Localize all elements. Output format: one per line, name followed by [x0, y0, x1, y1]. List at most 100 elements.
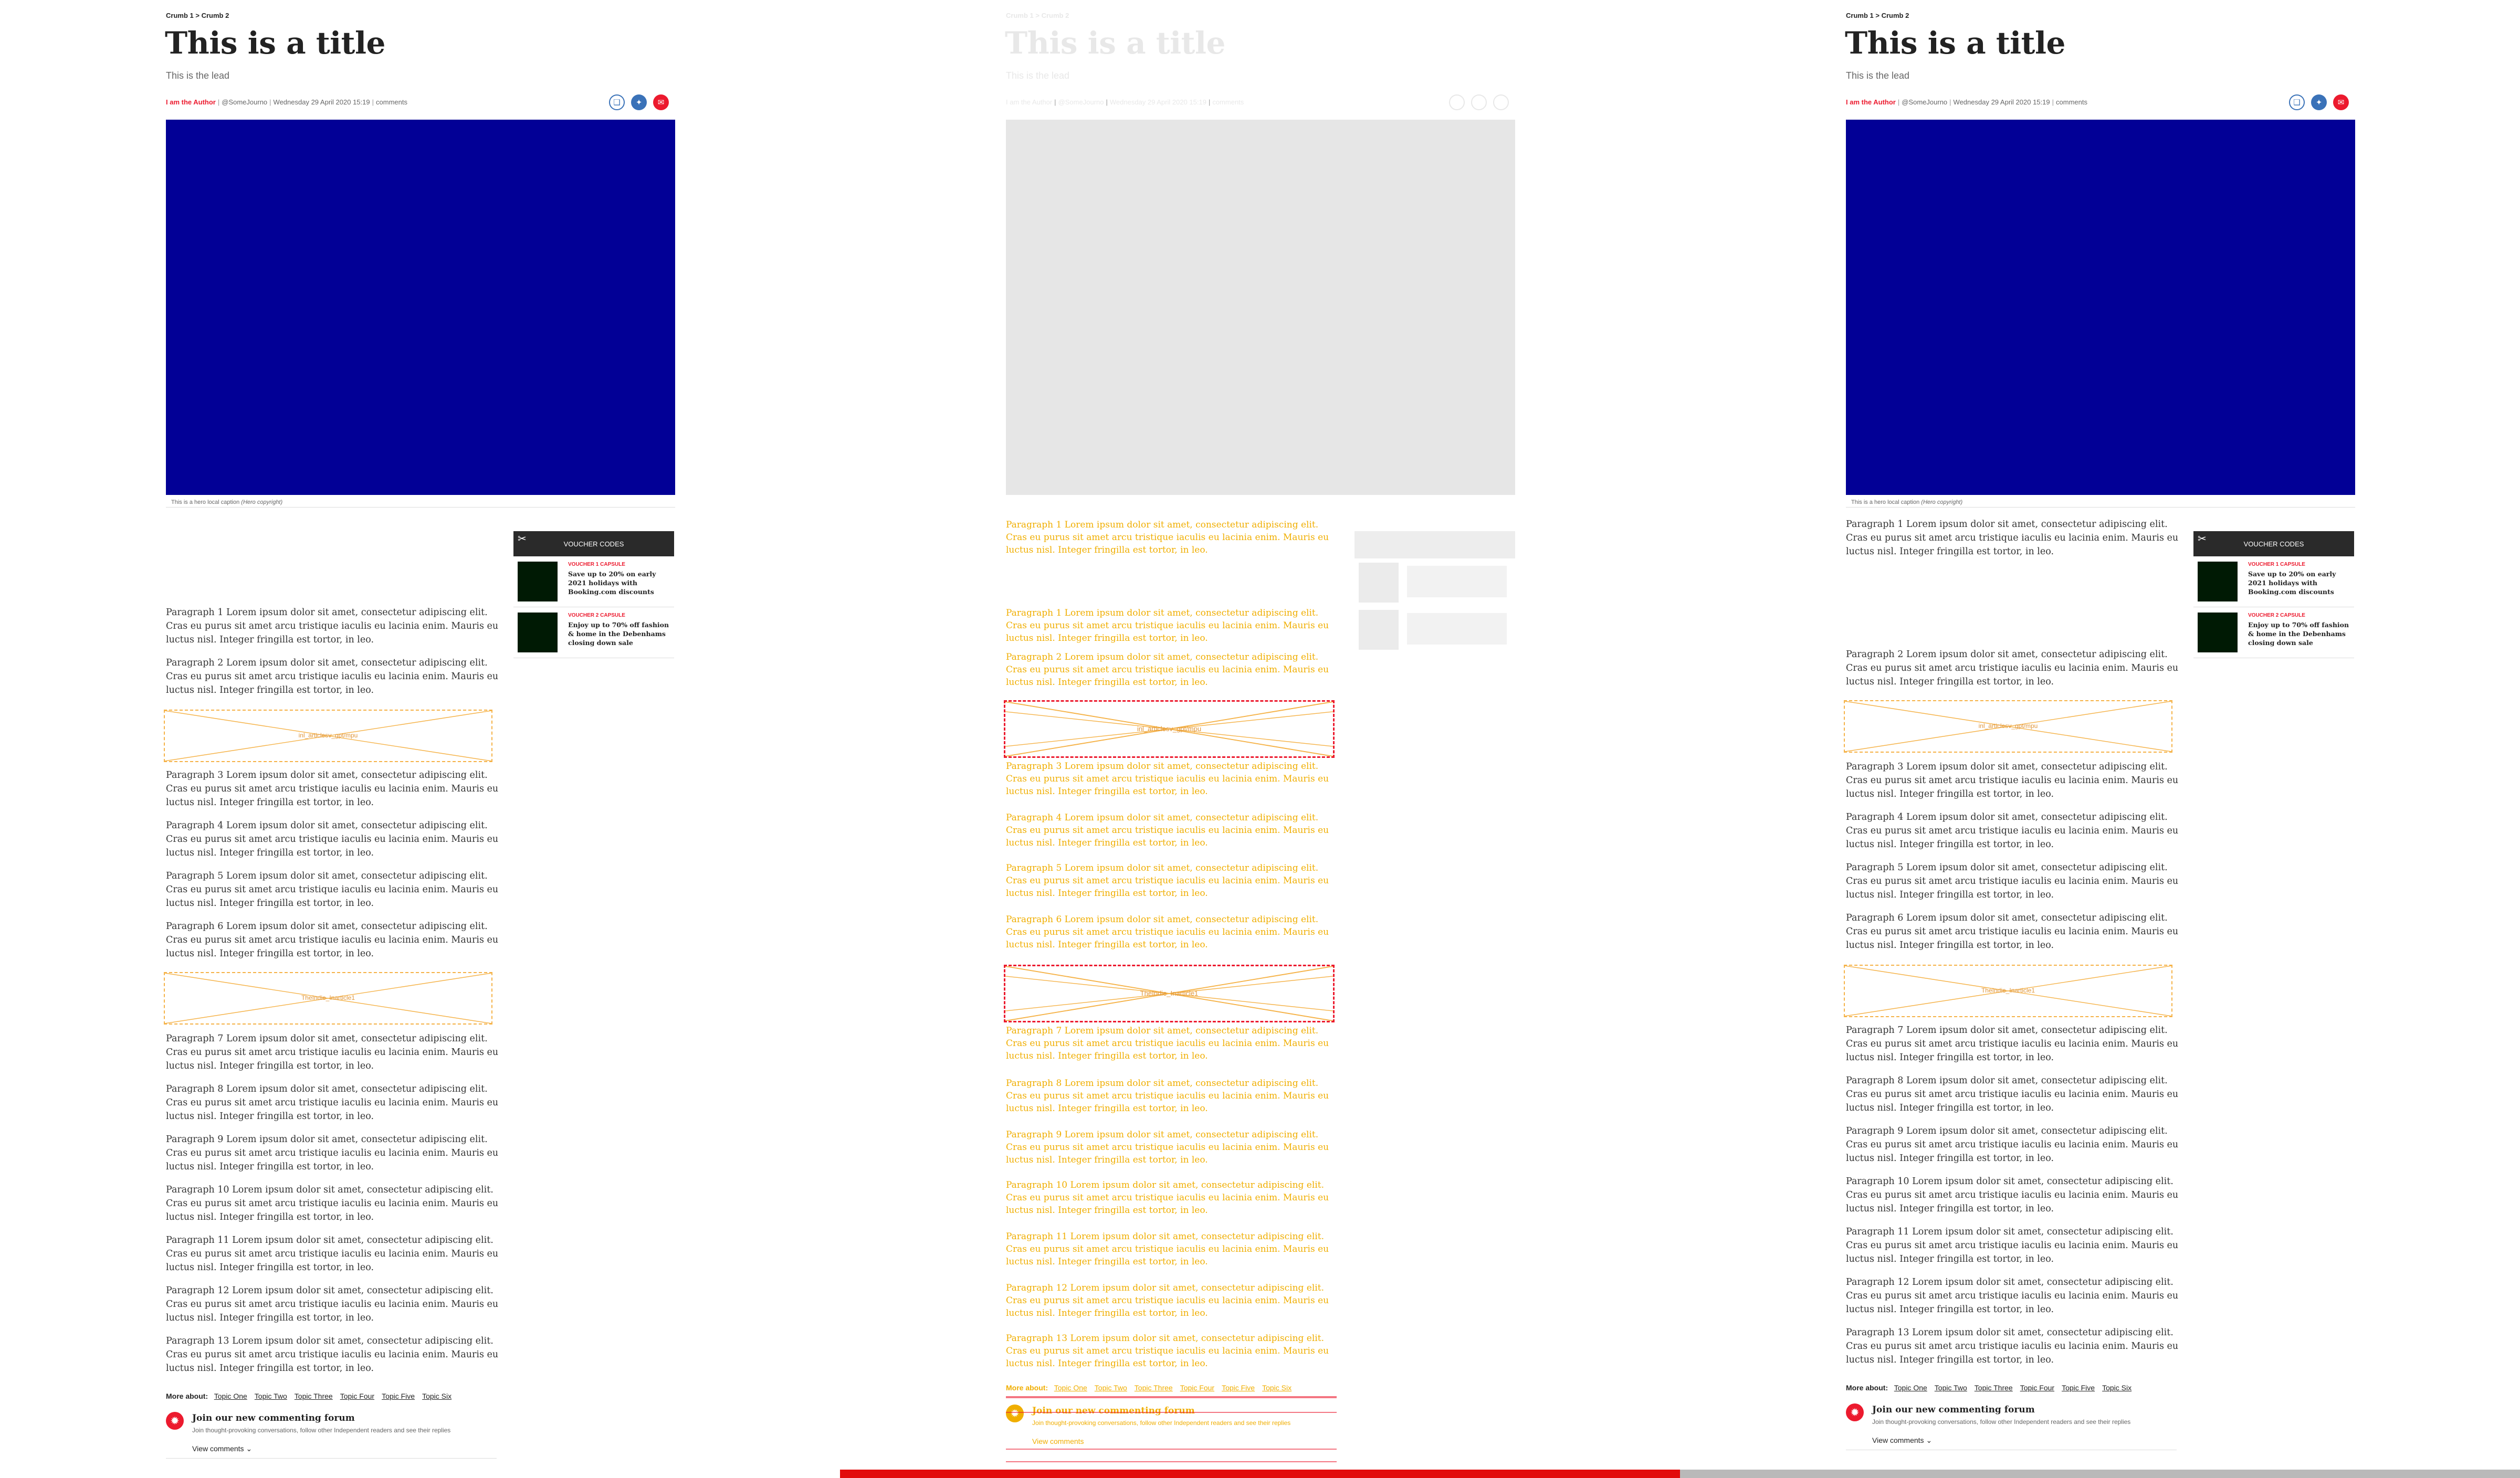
topic-link[interactable]: Topic Two	[1095, 1384, 1127, 1392]
ad-slot[interactable]: TheIndie_Inarticle1	[164, 972, 492, 1025]
voucher-brand: VOUCHER 2 CAPSULE	[568, 613, 625, 618]
hero-caption-text: This is a hero local caption	[1851, 499, 1920, 505]
topic-link[interactable]: Topic Six	[422, 1392, 452, 1400]
paragraph: Paragraph 4 Lorem ipsum dolor sit amet, …	[166, 820, 499, 858]
bookmark-icon[interactable]	[1449, 94, 1465, 110]
voucher-header-label: VOUCHER CODES	[2243, 540, 2304, 548]
view-comments-button[interactable]: View comments ⌄	[1872, 1436, 1932, 1445]
publish-date: Wednesday 29 April 2020 15:19	[1953, 98, 2050, 106]
breadcrumb-crumb-2[interactable]: Crumb 2	[1042, 12, 1069, 19]
topic-link[interactable]: Topic Two	[1935, 1384, 1967, 1392]
topic-link[interactable]: Topic Five	[1222, 1384, 1255, 1392]
breadcrumb: Crumb 1 > Crumb 2	[1006, 12, 1069, 19]
topic-link[interactable]: Topic Four	[1180, 1384, 1214, 1392]
page-title: This is a title	[1845, 25, 2065, 61]
topic-link[interactable]: Topic Five	[2062, 1384, 2095, 1392]
paragraph: Paragraph 2 Lorem ipsum dolor sit amet, …	[166, 658, 499, 695]
ad-slot[interactable]: TheIndie_Inarticle1	[1004, 965, 1335, 1022]
topic-link[interactable]: Topic Four	[2020, 1384, 2054, 1392]
publish-date: Wednesday 29 April 2020 15:19	[1109, 98, 1206, 106]
paragraph: Paragraph 12 Lorem ipsum dolor sit amet,…	[1846, 1277, 2179, 1315]
email-icon[interactable]: ✉	[2333, 94, 2349, 110]
topic-link[interactable]: Topic Four	[340, 1392, 374, 1400]
voucher-item[interactable]: VOUCHER 2 CAPSULE Enjoy up to 70% off fas…	[2193, 607, 2354, 658]
topic-link[interactable]: Topic Six	[1262, 1384, 1292, 1392]
topic-link[interactable]: Topic Five	[382, 1392, 415, 1400]
author-link[interactable]: I am the Author	[1846, 98, 1896, 106]
voucher-item[interactable]: VOUCHER 1 CAPSULE Save up to 20% on early…	[2193, 556, 2354, 607]
twitter-icon[interactable]: ✦	[2311, 94, 2327, 110]
author-handle[interactable]: @SomeJourno	[1058, 98, 1104, 106]
ad-slot[interactable]: inl_articlesv_gpt/mpu	[1844, 700, 2172, 753]
voucher-description: Save up to 20% on early 2021 holidays wi…	[2248, 570, 2336, 596]
author-link[interactable]: I am the Author	[1006, 98, 1052, 106]
overlay-paragraph: Paragraph 4 Lorem ipsum dolor sit amet, …	[1006, 812, 1329, 848]
progress-bar-red	[840, 1470, 1680, 1478]
breadcrumb-crumb-1[interactable]: Crumb 1	[1846, 12, 1874, 19]
email-icon[interactable]	[1493, 94, 1509, 110]
paragraph: Paragraph 1 Lorem ipsum dolor sit amet, …	[1846, 519, 2179, 557]
ad-slot[interactable]: inl_articlesv_gpt/mpu	[1004, 700, 1335, 758]
topic-link[interactable]: Topic One	[1054, 1384, 1087, 1392]
view-comments-button[interactable]: View comments ⌄	[192, 1444, 252, 1453]
overlay-paragraph: Paragraph 7 Lorem ipsum dolor sit amet, …	[1006, 1026, 1329, 1061]
paragraph: Paragraph 1 Lorem ipsum dolor sit amet, …	[166, 607, 499, 645]
comments-link[interactable]: comments	[1212, 98, 1244, 106]
comments-link[interactable]: comments	[376, 98, 407, 106]
author-handle[interactable]: @SomeJourno	[1902, 98, 1947, 106]
bookmark-icon[interactable]: ❑	[2289, 94, 2305, 110]
topic-link[interactable]: Topic Three	[1135, 1384, 1173, 1392]
voucher-brand: VOUCHER 1 CAPSULE	[2248, 562, 2305, 567]
more-about: More about: Topic One Topic Two Topic Thre…	[166, 1392, 459, 1400]
view-comments-label: View comments	[192, 1444, 244, 1453]
topic-link[interactable]: Topic One	[1894, 1384, 1927, 1392]
paragraph: Paragraph 3 Lorem ipsum dolor sit amet, …	[1846, 762, 2179, 799]
ad-slot[interactable]: inl_articlesv_gpt/mpu	[164, 710, 492, 762]
twitter-icon[interactable]: ✦	[631, 94, 647, 110]
paragraph: Paragraph 6 Lorem ipsum dolor sit amet, …	[1846, 913, 2179, 951]
voucher-header[interactable]: ✂ VOUCHER CODES	[2193, 531, 2354, 556]
breadcrumb-crumb-2[interactable]: Crumb 2	[1882, 12, 1909, 19]
overlay-paragraph: Paragraph 3 Lorem ipsum dolor sit amet, …	[1006, 761, 1329, 797]
chevron-down-icon: ⌄	[1926, 1436, 1933, 1444]
topic-link[interactable]: Topic Three	[295, 1392, 333, 1400]
share-bar: ❑ ✦ ✉	[2289, 94, 2349, 110]
chevron-down-icon: ⌄	[246, 1444, 253, 1453]
ad-slot-label: inl_articlesv_gpt/mpu	[298, 732, 358, 739]
breadcrumb-crumb-1[interactable]: Crumb 1	[166, 12, 194, 19]
topic-link[interactable]: Topic Six	[2102, 1384, 2132, 1392]
topic-link[interactable]: Topic One	[214, 1392, 247, 1400]
paragraph: Paragraph 10 Lorem ipsum dolor sit amet,…	[1846, 1176, 2179, 1214]
ad-slot-label: inl_articlesv_gpt/mpu	[1978, 722, 2038, 730]
breadcrumb-separator: >	[195, 12, 200, 19]
comments-subtitle: Join thought-provoking conversations, fo…	[192, 1427, 451, 1434]
ad-slot-label: inl_articlesv_gpt/mpu	[1137, 725, 1202, 733]
hero-caption-text: This is a hero local caption	[171, 499, 240, 505]
voucher-header-placeholder	[1354, 531, 1515, 558]
view-comments-label: View comments	[1872, 1436, 1924, 1444]
independent-logo-icon: ✹	[1846, 1403, 1864, 1421]
voucher-item[interactable]: VOUCHER 2 CAPSULE Enjoy up to 70% off fas…	[513, 607, 674, 658]
paragraph: Paragraph 9 Lorem ipsum dolor sit amet, …	[166, 1134, 499, 1172]
overlay-paragraph: Paragraph 13 Lorem ipsum dolor sit amet,…	[1006, 1333, 1329, 1369]
ad-slot[interactable]: TheIndie_Inarticle1	[1844, 965, 2172, 1017]
voucher-item[interactable]: VOUCHER 1 CAPSULE Save up to 20% on early…	[513, 556, 674, 607]
comments-link[interactable]: comments	[2056, 98, 2087, 106]
topic-link[interactable]: Topic Three	[1975, 1384, 2013, 1392]
author-handle[interactable]: @SomeJourno	[222, 98, 267, 106]
voucher-description: Enjoy up to 70% off fashion & home in th…	[568, 621, 669, 647]
breadcrumb-crumb-2[interactable]: Crumb 2	[202, 12, 229, 19]
voucher-header[interactable]: ✂ VOUCHER CODES	[513, 531, 674, 556]
email-icon[interactable]: ✉	[653, 94, 669, 110]
voucher-header-label: VOUCHER CODES	[563, 540, 624, 548]
publish-date: Wednesday 29 April 2020 15:19	[273, 98, 370, 106]
breadcrumb-crumb-1[interactable]: Crumb 1	[1006, 12, 1034, 19]
topic-link[interactable]: Topic Two	[255, 1392, 287, 1400]
twitter-icon[interactable]	[1471, 94, 1487, 110]
paragraph: Paragraph 13 Lorem ipsum dolor sit amet,…	[1846, 1327, 2179, 1365]
more-about: More about: Topic One Topic Two Topic Thre…	[1006, 1384, 1299, 1392]
author-link[interactable]: I am the Author	[166, 98, 216, 106]
bookmark-icon[interactable]: ❑	[609, 94, 625, 110]
overlay-paragraph: Paragraph 8 Lorem ipsum dolor sit amet, …	[1006, 1078, 1329, 1114]
voucher-description: Enjoy up to 70% off fashion & home in th…	[2248, 621, 2349, 647]
